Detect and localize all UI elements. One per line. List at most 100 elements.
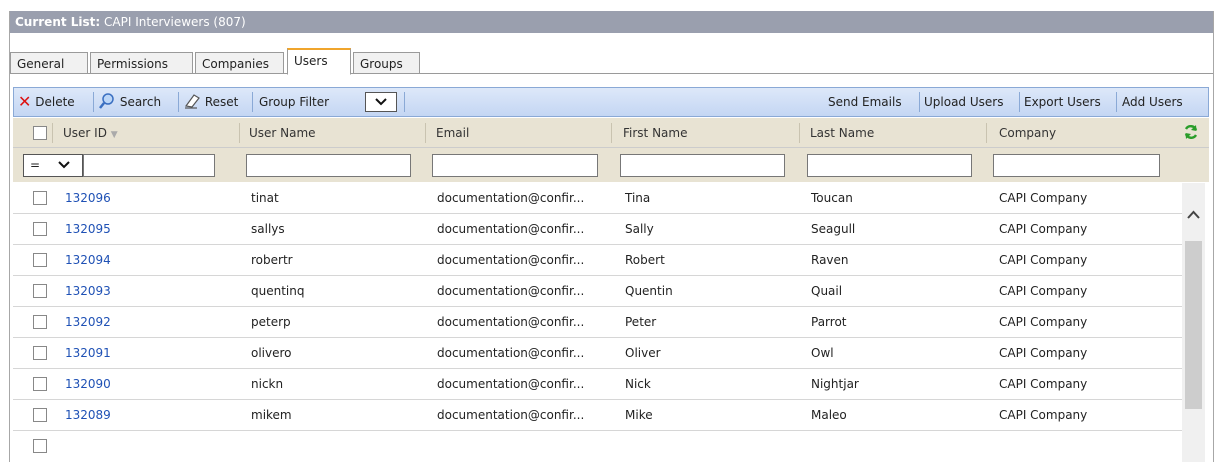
user-name-cell: sallys — [251, 222, 285, 236]
last-name-cell: Maleo — [811, 408, 847, 422]
scrollbar-thumb[interactable] — [1185, 241, 1202, 409]
row-checkbox[interactable] — [33, 439, 47, 453]
column-divider — [52, 123, 53, 143]
title-label: Current List: — [15, 15, 101, 29]
search-button[interactable]: Search — [98, 88, 161, 116]
column-header-user-name[interactable]: User Name — [249, 118, 316, 148]
toolbar-divider — [93, 92, 94, 112]
user-name-cell: peterp — [251, 315, 291, 329]
column-header-first-name[interactable]: First Name — [623, 118, 687, 148]
email-filter-input[interactable] — [432, 154, 598, 177]
email-cell: documentation@confir... — [437, 222, 585, 236]
table-row: 132096 tinat documentation@confir... Tin… — [13, 183, 1183, 214]
tab-general[interactable]: General — [10, 52, 88, 74]
table-row: 132090 nickn documentation@confir... Nic… — [13, 369, 1183, 400]
user-name-filter-input[interactable] — [246, 154, 411, 177]
last-name-cell: Owl — [811, 346, 834, 360]
user-table-body: 132096 tinat documentation@confir... Tin… — [13, 183, 1183, 462]
column-header-company[interactable]: Company — [999, 118, 1056, 148]
filter-row: = — [13, 148, 1209, 182]
row-checkbox[interactable] — [33, 377, 47, 391]
column-header-email[interactable]: Email — [436, 118, 469, 148]
user-id-link[interactable]: 132093 — [65, 276, 111, 306]
group-filter-label: Group Filter — [259, 95, 330, 109]
last-name-filter-input[interactable] — [807, 154, 972, 177]
user-id-link[interactable]: 132096 — [65, 183, 111, 213]
row-checkbox[interactable] — [33, 315, 47, 329]
first-name-cell: Oliver — [625, 346, 661, 360]
email-cell: documentation@confir... — [437, 253, 585, 267]
send-emails-button[interactable]: Send Emails — [828, 88, 902, 116]
tab-groups[interactable]: Groups — [353, 52, 420, 74]
upload-users-button[interactable]: Upload Users — [924, 88, 1003, 116]
title-bar: Current List: CAPI Interviewers (807) — [10, 11, 1213, 33]
user-id-link[interactable]: 132092 — [65, 307, 111, 337]
refresh-icon[interactable] — [1183, 124, 1199, 140]
toolbar-divider — [919, 92, 920, 112]
search-label: Search — [119, 95, 162, 109]
tab-companies[interactable]: Companies — [195, 52, 284, 74]
user-id-link[interactable]: 132094 — [65, 245, 111, 275]
vertical-scrollbar[interactable] — [1182, 183, 1205, 462]
delete-icon: ✕ — [18, 92, 32, 111]
table-row: 132094 robertr documentation@confir... R… — [13, 245, 1183, 276]
tab-permissions[interactable]: Permissions — [90, 52, 193, 74]
column-header-user-id[interactable]: User ID ▼ — [63, 118, 118, 148]
last-name-cell: Toucan — [811, 191, 853, 205]
email-cell: documentation@confir... — [437, 315, 585, 329]
user-id-link[interactable]: 132090 — [65, 369, 111, 399]
toolbar-divider — [1019, 92, 1020, 112]
column-header-last-name[interactable]: Last Name — [810, 118, 874, 148]
toolbar-divider — [404, 92, 405, 112]
company-cell: CAPI Company — [999, 191, 1088, 205]
eraser-icon — [184, 94, 200, 109]
first-name-cell: Peter — [625, 315, 657, 329]
sort-desc-icon: ▼ — [110, 130, 118, 140]
user-id-link[interactable]: 132095 — [65, 214, 111, 244]
first-name-cell: Mike — [625, 408, 653, 422]
first-name-cell: Nick — [625, 377, 651, 391]
last-name-cell: Seagull — [811, 222, 856, 236]
table-row — [13, 431, 1183, 462]
reset-label: Reset — [204, 95, 239, 109]
delete-button[interactable]: ✕ Delete — [18, 88, 75, 116]
scroll-up-icon[interactable] — [1182, 205, 1205, 225]
user-name-cell: robertr — [251, 253, 293, 267]
company-cell: CAPI Company — [999, 377, 1088, 391]
row-checkbox[interactable] — [33, 191, 47, 205]
chevron-down-icon — [58, 161, 70, 169]
user-id-link[interactable]: 132091 — [65, 338, 111, 368]
group-filter-select[interactable] — [365, 92, 397, 112]
toolbar-divider — [1116, 92, 1117, 112]
row-checkbox[interactable] — [33, 346, 47, 360]
row-checkbox[interactable] — [33, 408, 47, 422]
user-id-operator-select[interactable]: = — [23, 154, 83, 177]
row-checkbox[interactable] — [33, 222, 47, 236]
column-divider — [986, 123, 987, 143]
user-id-link[interactable]: 132089 — [65, 400, 111, 430]
first-name-filter-input[interactable] — [620, 154, 785, 177]
email-cell: documentation@confir... — [437, 377, 585, 391]
row-checkbox[interactable] — [33, 284, 47, 298]
title-value: CAPI Interviewers (807) — [104, 15, 246, 29]
email-cell: documentation@confir... — [437, 284, 585, 298]
company-cell: CAPI Company — [999, 346, 1088, 360]
company-cell: CAPI Company — [999, 284, 1088, 298]
tab-users[interactable]: Users — [287, 48, 351, 75]
user-name-cell: tinat — [251, 191, 279, 205]
add-users-button[interactable]: Add Users — [1122, 88, 1183, 116]
export-users-button[interactable]: Export Users — [1024, 88, 1101, 116]
last-name-cell: Nightjar — [811, 377, 859, 391]
company-filter-input[interactable] — [993, 154, 1160, 177]
select-all-checkbox[interactable] — [33, 126, 47, 140]
company-cell: CAPI Company — [999, 408, 1088, 422]
column-divider — [611, 123, 612, 143]
first-name-cell: Tina — [625, 191, 651, 205]
reset-button[interactable]: Reset — [183, 88, 238, 116]
table-row: 132093 quentinq documentation@confir... … — [13, 276, 1183, 307]
row-checkbox[interactable] — [33, 253, 47, 267]
tab-strip: General Permissions Companies Users Grou… — [10, 33, 1213, 85]
toolbar: ✕ Delete Search Reset Group Filter Send … — [13, 87, 1209, 117]
user-id-filter-input[interactable] — [83, 154, 215, 177]
company-cell: CAPI Company — [999, 315, 1088, 329]
